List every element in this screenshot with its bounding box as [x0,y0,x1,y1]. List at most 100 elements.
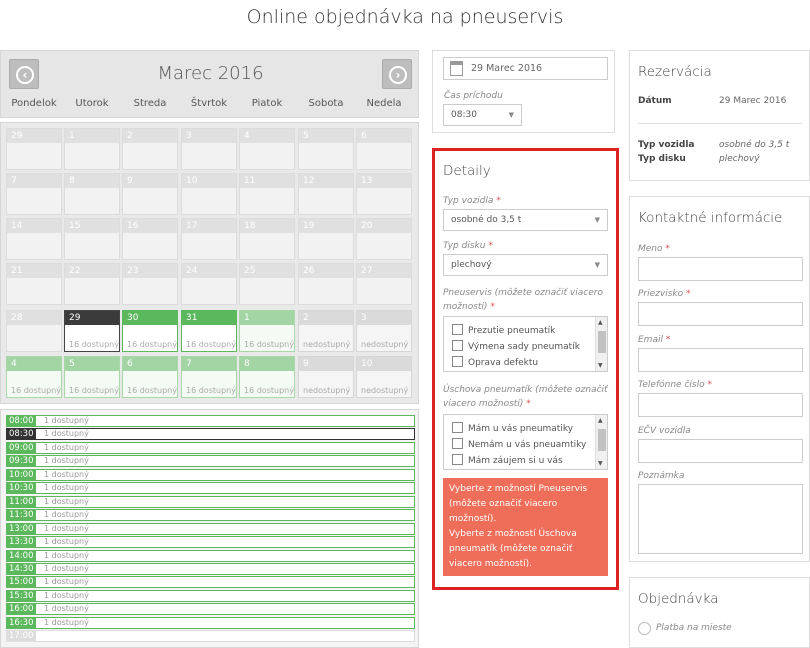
service-option[interactable]: Oprava defektu [452,356,538,368]
timeslot[interactable]: 08:30 1 dostupný [6,428,415,441]
timeslot[interactable]: 15:00 1 dostupný [6,576,415,589]
timeslot[interactable]: 13:30 1 dostupný [6,536,415,549]
timeslot[interactable]: 14:00 1 dostupný [6,549,415,562]
calendar-day-cell[interactable]: 16 [122,218,178,260]
calendar-day-cell[interactable]: 28 [6,310,62,352]
timeslot-availability: 1 dostupný [44,590,89,600]
timeslot[interactable]: 13:00 1 dostupný [6,522,415,535]
checkbox[interactable] [452,454,463,465]
checkbox[interactable] [452,340,463,351]
checkbox[interactable] [452,422,463,433]
timeslot[interactable]: 10:30 1 dostupný [6,482,415,495]
calendar-day-cell[interactable]: 10 [181,173,237,215]
timeslot[interactable]: 11:30 1 dostupný [6,509,415,522]
timeslot[interactable]: 15:30 1 dostupný [6,589,415,602]
calendar-day-cell[interactable]: 1 [64,128,120,170]
scroll-thumb[interactable] [598,429,606,451]
scrollbar[interactable]: ▲ ▼ [595,415,607,469]
storage-option[interactable]: Mám u vás pneumatiky [452,422,573,434]
calendar-day-cell[interactable]: 17 [181,218,237,260]
calendar-day-cell[interactable]: 12 [298,173,354,215]
checkbox[interactable] [452,356,463,367]
timeslot-list: 08:00 1 dostupný 08:30 1 dostupný 09:00 1 dos… [0,409,419,648]
checkbox[interactable] [452,438,463,449]
calendar-day-cell[interactable]: 2 [122,128,178,170]
calendar-day-cell[interactable]: 7 [6,173,62,215]
disk-type-select[interactable]: plechový ▼ [443,254,608,276]
next-month-button[interactable]: › [382,59,412,89]
surname-input[interactable] [638,302,803,326]
calendar-day-cell[interactable]: 3 [181,128,237,170]
service-listbox[interactable]: Prezutie pneumatík Výmena sady pneumatík… [443,316,608,372]
calendar-day-cell[interactable]: 13 [356,173,412,215]
calendar-day-cell[interactable]: 11 [239,173,295,215]
scroll-thumb[interactable] [598,331,606,353]
calendar-day-cell[interactable]: 7 16 dostupný [181,356,237,398]
timeslot[interactable]: 09:00 1 dostupný [6,441,415,454]
calendar-day-cell[interactable]: 29 16 dostupný [64,310,120,352]
date-input[interactable]: 29 Marec 2016 [443,57,608,80]
calendar-day-cell[interactable]: 8 [64,173,120,215]
storage-option[interactable]: Mám záujem si u vás [452,454,563,466]
calendar-day-cell[interactable]: 19 [298,218,354,260]
timeslot[interactable]: 09:30 1 dostupný [6,455,415,468]
phone-input[interactable] [638,393,803,417]
timeslot-availability: 1 dostupný [44,537,89,547]
calendar-day-cell[interactable]: 29 [6,128,62,170]
service-option[interactable]: Prezutie pneumatík [452,324,555,336]
vehicle-type-select[interactable]: osobné do 3,5 t ▼ [443,209,608,231]
timeslot-time: 11:00 [7,496,36,507]
plate-input[interactable] [638,439,803,463]
scroll-up-icon[interactable]: ▲ [598,417,603,424]
name-input[interactable] [638,257,803,281]
calendar-day-cell[interactable]: 24 [181,263,237,305]
timeslot[interactable]: 08:00 1 dostupný [6,415,415,427]
calendar-day-cell[interactable]: 26 [298,263,354,305]
scroll-up-icon[interactable]: ▲ [598,319,603,326]
calendar-day-cell[interactable]: 6 16 dostupný [122,356,178,398]
arrival-time-select[interactable]: 08:30 ▼ [443,104,522,126]
timeslot[interactable]: 17:00 [6,630,415,643]
calendar-day-cell[interactable]: 8 16 dostupný [239,356,295,398]
calendar-day-cell[interactable]: 2 nedostupný [298,310,354,352]
calendar-day-cell[interactable]: 21 [6,263,62,305]
storage-listbox[interactable]: Mám u vás pneumatiky Nemám u vás pneuamt… [443,414,608,470]
email-input[interactable] [638,348,803,372]
scroll-down-icon[interactable]: ▼ [598,362,603,369]
calendar-day-cell[interactable]: 3 nedostupný [356,310,412,352]
calendar-day-cell[interactable]: 23 [122,263,178,305]
calendar-day-cell[interactable]: 30 16 dostupný [122,310,178,352]
day-number: 12 [299,174,353,188]
day-number: 27 [357,264,411,278]
calendar-day-cell[interactable]: 6 [356,128,412,170]
calendar-day-cell[interactable]: 4 [239,128,295,170]
calendar-day-cell[interactable]: 31 16 dostupný [181,310,237,352]
calendar-day-cell[interactable]: 15 [64,218,120,260]
calendar-day-cell[interactable]: 5 16 dostupný [64,356,120,398]
calendar-day-cell[interactable]: 1 16 dostupný [239,310,295,352]
checkbox[interactable] [452,324,463,335]
payment-radio[interactable] [638,622,651,635]
calendar-day-cell[interactable]: 20 [356,218,412,260]
timeslot[interactable]: 16:30 1 dostupný [6,616,415,629]
calendar-day-cell[interactable]: 10 nedostupný [356,356,412,398]
timeslot[interactable]: 10:00 1 dostupný [6,468,415,481]
calendar-day-cell[interactable]: 27 [356,263,412,305]
scroll-down-icon[interactable]: ▼ [598,460,603,467]
calendar-day-cell[interactable]: 5 [298,128,354,170]
calendar-day-cell[interactable]: 25 [239,263,295,305]
note-textarea[interactable] [638,484,803,554]
calendar-day-cell[interactable]: 4 16 dostupný [6,356,62,398]
scrollbar[interactable]: ▲ ▼ [595,317,607,371]
calendar-day-cell[interactable]: 18 [239,218,295,260]
day-availability: nedostupný [303,340,351,349]
storage-option[interactable]: Nemám u vás pneuamtiky [452,438,586,450]
timeslot[interactable]: 14:30 1 dostupný [6,562,415,575]
calendar-day-cell[interactable]: 9 nedostupný [298,356,354,398]
timeslot[interactable]: 16:00 1 dostupný [6,603,415,616]
calendar-day-cell[interactable]: 14 [6,218,62,260]
service-option[interactable]: Výmena sady pneumatík [452,340,580,352]
calendar-day-cell[interactable]: 9 [122,173,178,215]
calendar-day-cell[interactable]: 22 [64,263,120,305]
timeslot[interactable]: 11:00 1 dostupný [6,495,415,508]
